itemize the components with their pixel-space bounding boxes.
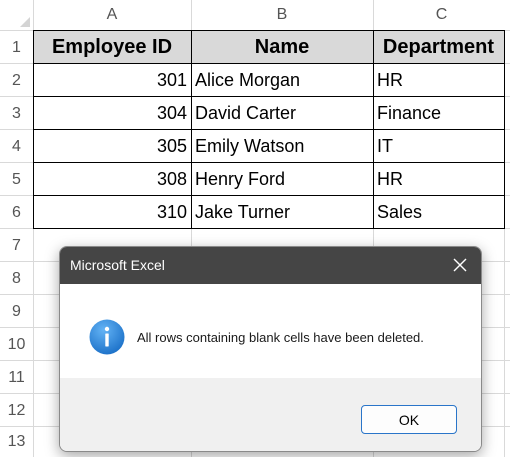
cell-department[interactable]: Finance [373, 97, 504, 130]
cell-department[interactable]: Sales [373, 196, 504, 229]
cell-name[interactable]: Jake Turner [191, 196, 373, 229]
row-header-2[interactable]: 2 [0, 64, 33, 97]
cell-name[interactable]: David Carter [191, 97, 373, 130]
row-header-13[interactable]: 13 [0, 427, 33, 457]
cell-name[interactable]: Emily Watson [191, 130, 373, 163]
row-header-9[interactable]: 9 [0, 295, 33, 328]
close-icon[interactable] [449, 254, 471, 276]
cell-employee-id[interactable]: 308 [33, 163, 191, 196]
info-icon [89, 319, 125, 355]
cell-employee-id[interactable]: 301 [33, 64, 191, 97]
table-border [33, 96, 505, 97]
row-header-5[interactable]: 5 [0, 163, 33, 196]
header-divider [33, 0, 34, 30]
column-header-c[interactable]: C [373, 0, 510, 30]
header-divider [373, 0, 374, 30]
select-all-triangle [20, 17, 30, 27]
table-border [33, 129, 505, 130]
message-dialog: Microsoft Excel All rows containing blan… [59, 246, 482, 452]
table-border [33, 162, 505, 163]
table-border [373, 30, 374, 229]
header-cell-employee-id[interactable]: Employee ID [33, 31, 191, 64]
row-header-7[interactable]: 7 [0, 229, 33, 262]
table-border [33, 63, 505, 64]
header-cell-department[interactable]: Department [373, 31, 504, 64]
dialog-footer: OK [60, 378, 481, 451]
cell-department[interactable]: HR [373, 64, 504, 97]
row-header-4[interactable]: 4 [0, 130, 33, 163]
row-header-1[interactable]: 1 [0, 31, 33, 64]
row-header-6[interactable]: 6 [0, 196, 33, 229]
row-header-12[interactable]: 12 [0, 394, 33, 427]
column-header-b[interactable]: B [191, 0, 373, 30]
column-header-a[interactable]: A [33, 0, 191, 30]
select-all-corner[interactable] [0, 0, 33, 30]
dialog-message: All rows containing blank cells have bee… [137, 330, 424, 345]
row-header-11[interactable]: 11 [0, 361, 33, 394]
dialog-title: Microsoft Excel [70, 257, 165, 273]
table-border [504, 30, 505, 229]
table-border [33, 30, 505, 31]
cell-name[interactable]: Henry Ford [191, 163, 373, 196]
dialog-body: All rows containing blank cells have bee… [60, 284, 481, 378]
table-border [33, 228, 505, 229]
ok-button[interactable]: OK [361, 405, 457, 434]
row-header-8[interactable]: 8 [0, 262, 33, 295]
cell-department[interactable]: HR [373, 163, 504, 196]
cell-employee-id[interactable]: 310 [33, 196, 191, 229]
row-header-10[interactable]: 10 [0, 328, 33, 361]
header-cell-name[interactable]: Name [191, 31, 373, 64]
dialog-title-bar[interactable]: Microsoft Excel [60, 247, 481, 284]
table-border [33, 195, 505, 196]
header-divider [191, 0, 192, 30]
row-header-3[interactable]: 3 [0, 97, 33, 130]
cell-employee-id[interactable]: 305 [33, 130, 191, 163]
cell-department[interactable]: IT [373, 130, 504, 163]
cell-employee-id[interactable]: 304 [33, 97, 191, 130]
table-border [191, 30, 192, 229]
cell-name[interactable]: Alice Morgan [191, 64, 373, 97]
table-border [33, 30, 34, 229]
